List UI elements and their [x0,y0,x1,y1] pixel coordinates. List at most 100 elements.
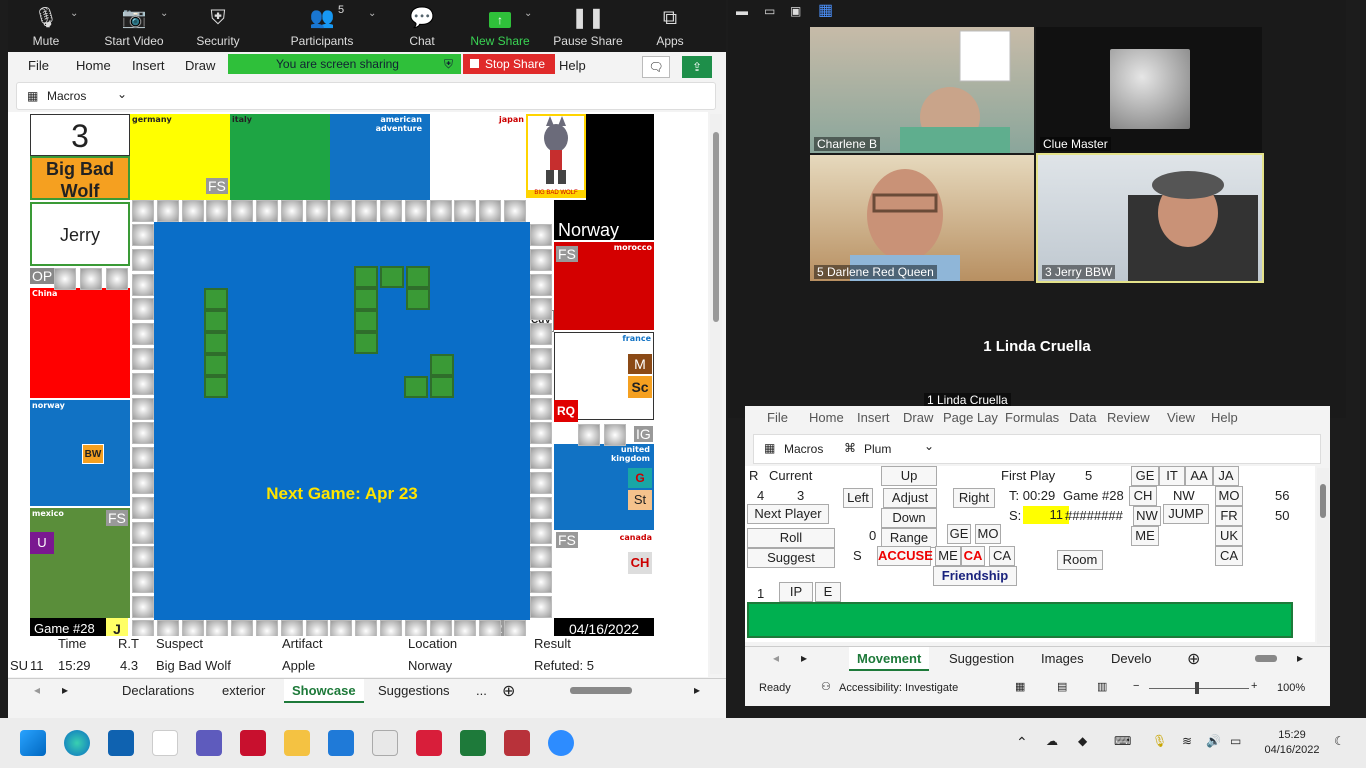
ge-top-button[interactable]: GE [1131,466,1159,486]
accuse-button[interactable]: ACCUSE [877,546,933,566]
restore-icon[interactable]: ▭ [764,4,775,18]
zoom-slider[interactable] [1149,688,1249,689]
volume-icon[interactable]: 🔊 [1206,734,1221,748]
mo2-button[interactable]: MO [1215,486,1243,506]
roll-button[interactable]: Roll [747,528,835,548]
share-icon[interactable]: ⇪ [682,56,712,78]
e-button[interactable]: E [815,582,841,602]
cloud-icon[interactable]: ☁ [1046,734,1058,748]
q-app-icon[interactable] [416,730,442,756]
amazon-icon[interactable] [152,730,178,756]
outlook-icon[interactable] [108,730,134,756]
me2-button[interactable]: ME [1131,526,1159,546]
ca-button-red[interactable]: CA [961,546,985,566]
dropbox-icon[interactable]: ◆ [1078,734,1087,748]
windows-start-icon[interactable] [20,730,46,756]
ge-button[interactable]: GE [947,524,971,544]
plum-button[interactable]: Plum [864,442,891,456]
aa-top-button[interactable]: AA [1185,466,1213,486]
macros-button[interactable]: Macros [784,442,823,456]
image-app-icon[interactable] [504,730,530,756]
tab-suggestion[interactable]: Suggestion [949,651,1014,666]
tab-movement[interactable]: Movement [849,647,930,671]
ip-button[interactable]: IP [779,582,813,602]
page-break-icon[interactable]: ▥ [1097,680,1107,693]
tab-more[interactable]: ... [476,683,487,698]
microphone-icon[interactable]: 🎙 [1152,734,1167,748]
jump-button[interactable]: JUMP [1163,504,1209,524]
apps-button[interactable]: ⧉ Apps [630,0,710,52]
down-button[interactable]: Down [881,508,937,528]
participants-button[interactable]: 👥 Participants [282,0,362,52]
chevron-down-icon[interactable]: ⌄ [524,8,532,19]
keyboard-icon[interactable]: ⌨ [1114,734,1131,748]
zoom-icon[interactable] [548,730,574,756]
store-icon[interactable] [372,730,398,756]
accessibility-status[interactable]: Accessibility: Investigate [839,682,958,694]
tab-exterior[interactable]: exterior [222,683,265,698]
prev-sheet-icon[interactable]: ◂ [34,683,40,697]
tab-develop[interactable]: Develo [1111,651,1151,666]
zoom-in-icon[interactable]: + [1251,680,1257,692]
security-button[interactable]: ⛨ Security [178,0,258,52]
right-button[interactable]: Right [953,488,995,508]
nw-button[interactable]: NW [1133,506,1161,526]
chat-button[interactable]: 💬 Chat [382,0,462,52]
scroll-right-icon[interactable]: ▸ [1297,651,1303,665]
moon-icon[interactable]: ☾ [1334,734,1345,748]
uk-button[interactable]: UK [1215,526,1243,546]
stop-share-button[interactable]: Stop Share [463,54,555,74]
mo-button[interactable]: MO [975,524,1001,544]
vertical-scrollbar[interactable] [710,114,722,674]
next-sheet-icon[interactable]: ▸ [801,651,807,665]
range-button[interactable]: Range [881,528,937,548]
tab-suggestions[interactable]: Suggestions [378,683,450,698]
filezilla-icon[interactable] [240,730,266,756]
chevron-down-icon[interactable]: ⌄ [117,87,127,101]
friendship-button[interactable]: Friendship [933,566,1017,586]
add-sheet-icon[interactable]: ⊕ [1187,649,1200,669]
menu-home[interactable]: Home [76,58,111,73]
comments-icon[interactable]: 🗨 [642,56,670,78]
ca3-button[interactable]: CA [1215,546,1243,566]
chevron-down-icon[interactable]: ⌄ [924,439,934,453]
horizontal-scrollbar[interactable] [570,687,632,694]
chevron-down-icon[interactable]: ⌄ [160,8,168,19]
tab-showcase[interactable]: Showcase [284,679,364,703]
menu-draw[interactable]: Draw [185,58,215,73]
battery-icon[interactable]: ▭ [1230,734,1241,748]
chevron-up-icon[interactable]: ⌃ [1016,734,1028,751]
macros-button[interactable]: Macros [47,89,86,103]
clock[interactable]: 15:29 04/16/2022 [1260,728,1324,758]
wifi-icon[interactable]: ≋ [1182,734,1192,748]
horizontal-scrollbar[interactable] [1255,655,1277,662]
suggest-button[interactable]: Suggest [747,548,835,568]
gallery-view-icon[interactable]: ▦ [818,0,833,20]
it-top-button[interactable]: IT [1159,466,1185,486]
menu-help[interactable]: Help [559,58,586,73]
chevron-down-icon[interactable]: ⌄ [368,8,376,19]
speaker-view-icon[interactable]: ▣ [790,4,801,18]
zoom-out-icon[interactable]: − [1133,680,1139,692]
next-sheet-icon[interactable]: ▸ [62,683,68,697]
edge-icon[interactable] [64,730,90,756]
me-button[interactable]: ME [935,546,961,566]
up-button[interactable]: Up [881,466,937,486]
left-button[interactable]: Left [843,488,873,508]
chevron-down-icon[interactable]: ⌄ [70,8,78,19]
menu-insert[interactable]: Insert [132,58,165,73]
video-tile-clue-master[interactable]: Clue Master [1036,27,1262,153]
page-layout-icon[interactable]: ▤ [1057,680,1067,693]
scroll-right-icon[interactable]: ▸ [694,683,700,697]
next-player-button[interactable]: Next Player [747,504,829,524]
adjust-button[interactable]: Adjust [883,488,937,508]
excel-icon[interactable] [460,730,486,756]
tab-declarations[interactable]: Declarations [122,683,194,698]
file-explorer-icon[interactable] [284,730,310,756]
mail-icon[interactable] [328,730,354,756]
ch-button[interactable]: CH [1129,486,1157,506]
pause-share-button[interactable]: ❚❚ Pause Share [548,0,628,52]
menu-file[interactable]: File [28,58,49,73]
video-tile-darlene[interactable]: 5 Darlene Red Queen [810,155,1034,281]
fr-button[interactable]: FR [1215,506,1243,526]
